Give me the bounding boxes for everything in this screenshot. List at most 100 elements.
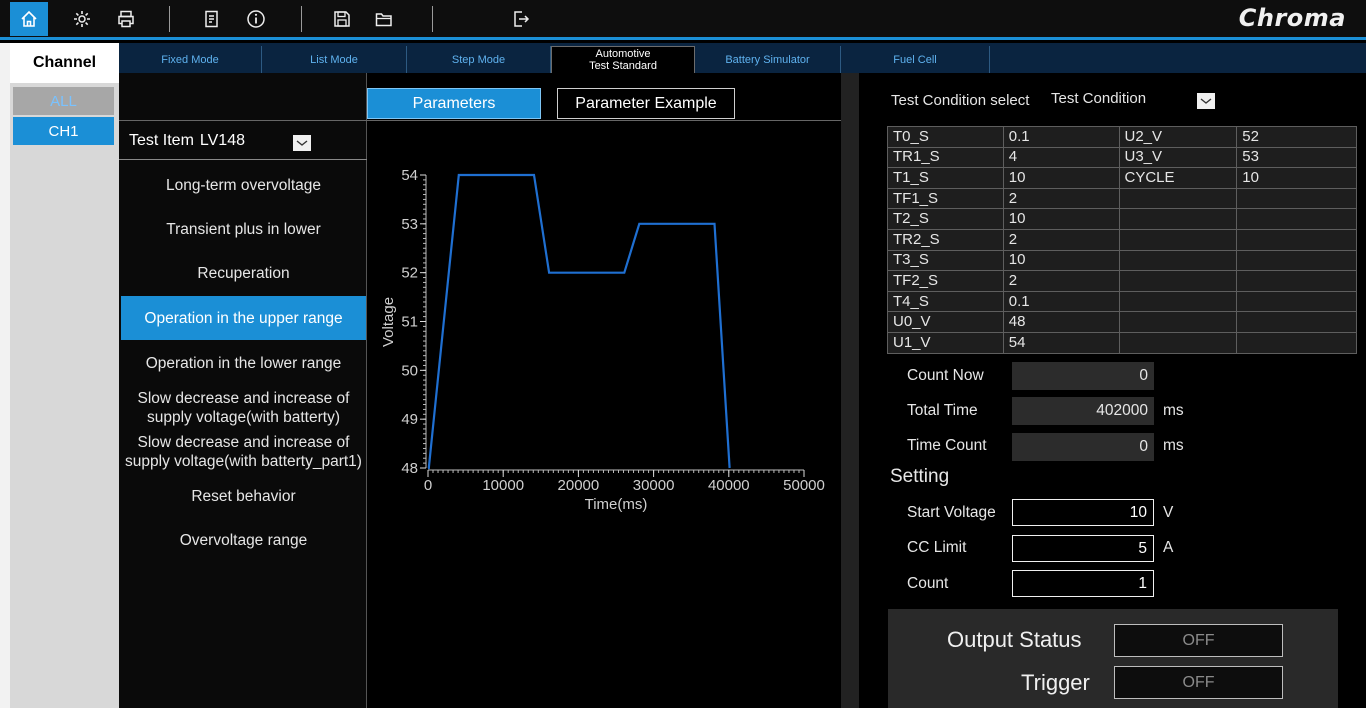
top-toolbar: Chroma [0, 0, 1366, 40]
channel-item-ch1[interactable]: CH1 [13, 117, 114, 145]
test-reset-behavior[interactable]: Reset behavior [121, 474, 366, 518]
tab-fixed-mode[interactable]: Fixed Mode [119, 46, 262, 73]
table-row: U1_V 54 [887, 331, 1357, 354]
param-name-cell: T3_S [887, 249, 1004, 272]
param-name-cell: T0_S [887, 126, 1004, 148]
test-transient-plus-lower[interactable]: Transient plus in lower [121, 207, 366, 251]
test-item-dropdown[interactable] [293, 135, 311, 151]
tab-parameter-example[interactable]: Parameter Example [557, 88, 735, 119]
tab-parameters[interactable]: Parameters [367, 88, 541, 119]
param-value-cell[interactable] [1236, 270, 1357, 292]
save-button[interactable] [326, 0, 358, 38]
count-input[interactable]: 1 [1012, 570, 1154, 597]
test-long-term-overvoltage[interactable]: Long-term overvoltage [121, 163, 366, 207]
y-tick-label: 51 [401, 314, 418, 331]
tab-step-mode[interactable]: Step Mode [407, 46, 551, 73]
settings-icon [74, 11, 90, 27]
test-slow-decrease-increase-part1[interactable]: Slow decrease and increase of supply vol… [121, 430, 366, 474]
info-icon [247, 10, 265, 28]
folder-open-icon [375, 13, 392, 27]
param-value-cell[interactable]: 10 [1002, 167, 1120, 189]
test-condition-dropdown[interactable] [1197, 93, 1215, 109]
table-row: T4_S 0.1 [887, 290, 1357, 313]
test-operation-upper-range[interactable]: Operation in the upper range [121, 296, 366, 340]
param-value-cell[interactable] [1236, 208, 1357, 230]
panel-divider [841, 73, 859, 708]
test-item-value: LV148 [199, 131, 245, 149]
trigger-label: Trigger [1021, 670, 1090, 695]
test-recuperation[interactable]: Recuperation [121, 251, 366, 295]
exit-button[interactable] [505, 0, 537, 38]
open-button[interactable] [368, 0, 400, 38]
y-axis: 48 49 50 51 52 53 54 [401, 167, 427, 477]
x-tick-label: 40000 [708, 477, 750, 494]
param-value-cell[interactable] [1236, 249, 1357, 272]
info-button[interactable] [240, 0, 272, 38]
output-status-button[interactable]: OFF [1114, 624, 1283, 657]
param-name-cell: CYCLE [1118, 167, 1238, 189]
param-value-cell[interactable]: 10 [1002, 208, 1120, 230]
time-count-value: 0 [1012, 433, 1154, 461]
count-label: Count [907, 575, 949, 592]
param-value-cell[interactable]: 54 [1002, 331, 1120, 354]
printer-icon [118, 10, 134, 28]
x-axis: 0 10000 20000 30000 40000 50000 [424, 469, 825, 494]
x-tick-label: 10000 [482, 477, 524, 494]
param-value-cell[interactable]: 2 [1002, 187, 1120, 210]
settings-button[interactable] [66, 0, 98, 38]
param-value-cell[interactable] [1236, 187, 1357, 210]
param-value-cell[interactable] [1236, 311, 1357, 333]
param-value-cell[interactable]: 0.1 [1002, 126, 1120, 148]
y-axis-label: Voltage [380, 297, 397, 347]
count-now-value: 0 [1012, 362, 1154, 390]
cc-limit-unit: A [1163, 539, 1174, 556]
test-slow-decrease-increase[interactable]: Slow decrease and increase of supply vol… [121, 386, 366, 430]
home-button[interactable] [10, 2, 48, 36]
y-tick-label: 54 [401, 167, 418, 184]
time-count-unit: ms [1163, 437, 1184, 454]
tab-fuel-cell[interactable]: Fuel Cell [841, 46, 990, 73]
param-value-cell[interactable]: 10 [1236, 167, 1357, 189]
table-row: T2_S 10 [887, 208, 1357, 230]
voltage-time-chart: 48 49 50 51 52 53 54 0 10000 20000 30000 40000 5000… [380, 167, 825, 513]
total-time-value: 402000 [1012, 397, 1154, 425]
cc-limit-label: CC Limit [907, 539, 967, 556]
toolbar-divider [169, 6, 170, 32]
channel-item-all[interactable]: ALL [13, 87, 114, 115]
start-voltage-input[interactable]: 10 [1012, 499, 1154, 526]
cc-limit-input[interactable]: 5 [1012, 535, 1154, 562]
toolbar-divider [301, 6, 302, 32]
tab-list-mode[interactable]: List Mode [262, 46, 407, 73]
param-value-cell[interactable] [1236, 331, 1357, 354]
tab-automotive-test-standard[interactable]: Automotive Test Standard [551, 46, 695, 73]
param-value-cell[interactable]: 2 [1002, 270, 1120, 292]
y-tick-label: 53 [401, 216, 418, 233]
test-item-select[interactable]: Test Item LV148 [119, 122, 367, 160]
test-item-label: Test Item [129, 131, 194, 149]
table-row: TR1_S 4 U3_V 53 [887, 146, 1357, 169]
param-value-cell[interactable]: 48 [1002, 311, 1120, 333]
count-now-label: Count Now [907, 367, 984, 384]
param-value-cell[interactable]: 2 [1002, 228, 1120, 251]
param-value-cell[interactable] [1236, 228, 1357, 251]
setting-title: Setting [890, 466, 950, 487]
param-value-cell[interactable]: 10 [1002, 249, 1120, 272]
report-button[interactable] [196, 0, 228, 38]
trigger-button[interactable]: OFF [1114, 666, 1283, 699]
plot-area [428, 175, 804, 468]
test-overvoltage-range[interactable]: Overvoltage range [121, 518, 366, 562]
total-time-label: Total Time [907, 402, 978, 419]
param-value-cell[interactable]: 0.1 [1002, 290, 1120, 313]
test-operation-lower-range[interactable]: Operation in the lower range [121, 341, 366, 385]
table-row: TF2_S 2 [887, 270, 1357, 292]
param-value-cell[interactable]: 4 [1002, 146, 1120, 169]
param-value-cell[interactable]: 52 [1236, 126, 1357, 148]
param-name-cell: U2_V [1118, 126, 1238, 148]
param-value-cell[interactable] [1236, 290, 1357, 313]
table-row: T0_S 0.1 U2_V 52 [887, 126, 1357, 148]
param-name-cell: TR2_S [887, 228, 1004, 251]
tab-battery-simulator[interactable]: Battery Simulator [695, 46, 841, 73]
test-condition-value[interactable]: Test Condition [1051, 90, 1146, 107]
print-button[interactable] [110, 0, 142, 38]
param-value-cell[interactable]: 53 [1236, 146, 1357, 169]
